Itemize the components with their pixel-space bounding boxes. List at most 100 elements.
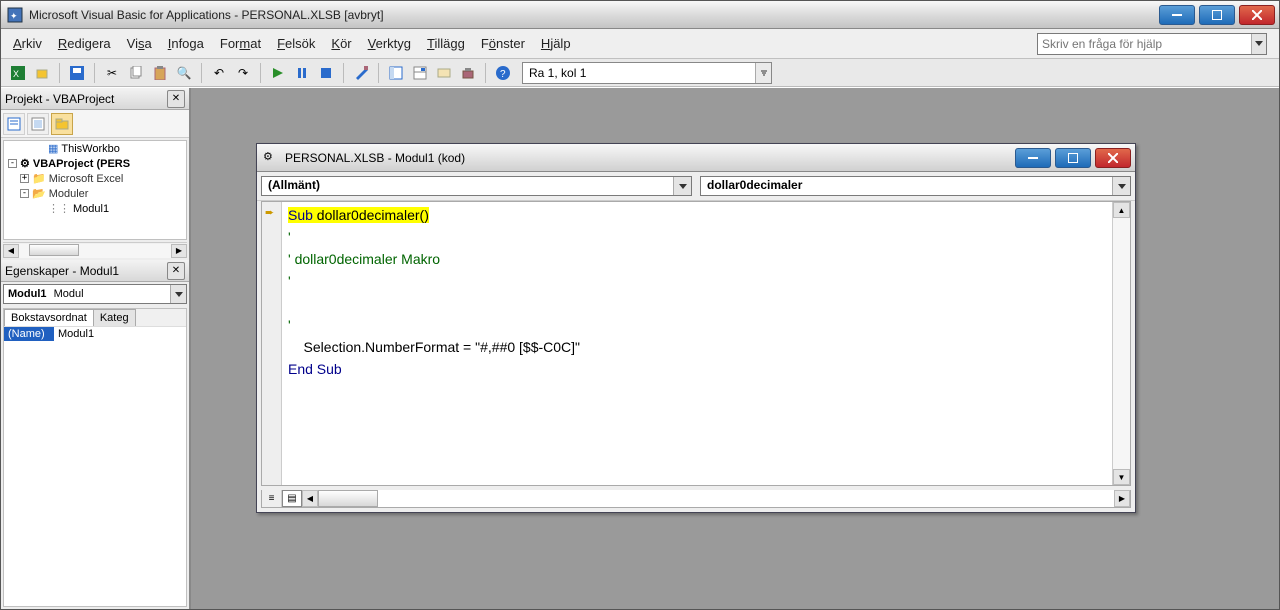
- dropdown-arrow-icon[interactable]: [673, 177, 691, 195]
- tb-paste-icon[interactable]: [149, 62, 171, 84]
- toolbar-location-text: Ra 1, kol 1: [523, 66, 755, 80]
- tb-run-icon[interactable]: [267, 62, 289, 84]
- project-tree-hscroll[interactable]: ◀ ▶: [3, 242, 187, 258]
- tb-break-icon[interactable]: [291, 62, 313, 84]
- maximize-button[interactable]: [1199, 5, 1235, 25]
- app-title: Microsoft Visual Basic for Applications …: [29, 8, 1159, 22]
- code-gutter[interactable]: ➨: [262, 202, 282, 485]
- location-dropdown-icon[interactable]: [755, 63, 771, 83]
- scroll-down-icon[interactable]: ▼: [1113, 469, 1130, 485]
- scroll-thumb[interactable]: [318, 490, 378, 507]
- menu-infoga[interactable]: Infoga: [168, 33, 204, 54]
- menu-kor[interactable]: Kör: [331, 33, 351, 54]
- scroll-left-icon[interactable]: ◀: [302, 490, 318, 507]
- toolbar-sep: [59, 63, 60, 83]
- code-editor[interactable]: Sub dollar0decimaler() ' ' dollar0decima…: [282, 202, 1112, 485]
- codewin-minimize-button[interactable]: [1015, 148, 1051, 168]
- menu-arkiv[interactable]: Arkiv: [13, 33, 42, 54]
- tb-undo-icon[interactable]: ↶: [208, 62, 230, 84]
- dropdown-arrow-icon[interactable]: [1112, 177, 1130, 195]
- tab-alphabetical[interactable]: Bokstavsordnat: [4, 309, 94, 326]
- tb-project-explorer-icon[interactable]: [385, 62, 407, 84]
- menu-format[interactable]: Format: [220, 33, 261, 54]
- procedure-dropdown[interactable]: dollar0decimaler: [700, 176, 1131, 196]
- code-window-titlebar: ⚙ PERSONAL.XLSB - Modul1 (kod): [257, 144, 1135, 172]
- tree-item-thisworkbook[interactable]: ▦ThisWorkbo: [4, 141, 186, 156]
- tree-item-msexcel[interactable]: + 📁 Microsoft Excel: [4, 171, 186, 186]
- menubar: Arkiv Redigera Visa Infoga Format Felsök…: [1, 29, 1279, 59]
- menu-visa[interactable]: Visa: [127, 33, 152, 54]
- toolbar-sep: [94, 63, 95, 83]
- scroll-thumb[interactable]: [29, 244, 79, 256]
- code-window-icon: ⚙: [263, 150, 279, 166]
- scroll-right-icon[interactable]: ▶: [1114, 490, 1130, 507]
- procedure-view-icon[interactable]: ≡: [262, 490, 282, 507]
- project-panel-header: Projekt - VBAProject ✕: [1, 88, 189, 110]
- dropdown-arrow-icon[interactable]: [170, 285, 186, 303]
- project-tree[interactable]: ▦ThisWorkbo - ⚙ VBAProject (PERS + 📁 Mic…: [3, 140, 187, 240]
- code-dropdowns: (Allmänt) dollar0decimaler: [257, 172, 1135, 201]
- tree-item-moduler[interactable]: - 📂 Moduler: [4, 186, 186, 201]
- help-search-input[interactable]: [1038, 35, 1251, 53]
- toolbar-location[interactable]: Ra 1, kol 1: [522, 62, 772, 84]
- tb-insert-icon[interactable]: [31, 62, 53, 84]
- tb-object-browser-icon[interactable]: [433, 62, 455, 84]
- tb-properties-icon[interactable]: [409, 62, 431, 84]
- tb-help-icon[interactable]: ?: [492, 62, 514, 84]
- property-key: (Name): [4, 327, 54, 341]
- view-object-icon[interactable]: [27, 113, 49, 135]
- toolbar-sep: [260, 63, 261, 83]
- scroll-up-icon[interactable]: ▲: [1113, 202, 1130, 218]
- object-dropdown[interactable]: (Allmänt): [261, 176, 692, 196]
- tb-copy-icon[interactable]: [125, 62, 147, 84]
- tb-reset-icon[interactable]: [315, 62, 337, 84]
- menu-felsok[interactable]: Felsök: [277, 33, 315, 54]
- tb-save-icon[interactable]: [66, 62, 88, 84]
- tb-cut-icon[interactable]: ✂: [101, 62, 123, 84]
- svg-text:X: X: [13, 69, 19, 79]
- project-panel-close-icon[interactable]: ✕: [167, 90, 185, 108]
- close-button[interactable]: [1239, 5, 1275, 25]
- tb-design-icon[interactable]: [350, 62, 372, 84]
- property-value[interactable]: Modul1: [54, 327, 98, 341]
- toolbar-sep: [485, 63, 486, 83]
- tb-excel-icon[interactable]: X: [7, 62, 29, 84]
- view-code-icon[interactable]: [3, 113, 25, 135]
- project-toolbar: [1, 110, 189, 138]
- property-row-name[interactable]: (Name) Modul1: [4, 326, 186, 341]
- menu-tillagg[interactable]: Tillägg: [427, 33, 465, 54]
- code-window-title: PERSONAL.XLSB - Modul1 (kod): [285, 151, 1015, 165]
- full-module-view-icon[interactable]: ▤: [282, 490, 302, 507]
- code-window: ⚙ PERSONAL.XLSB - Modul1 (kod) (Allmänt): [256, 143, 1136, 513]
- toggle-folders-icon[interactable]: [51, 113, 73, 135]
- minimize-button[interactable]: [1159, 5, 1195, 25]
- code-hscroll[interactable]: ◀ ▶: [302, 490, 1130, 507]
- menu-verktyg[interactable]: Verktyg: [368, 33, 411, 54]
- mdi-area: ⚙ PERSONAL.XLSB - Modul1 (kod) (Allmänt): [191, 88, 1279, 609]
- properties-object-dropdown[interactable]: Modul1 Modul: [3, 284, 187, 304]
- tb-redo-icon[interactable]: ↷: [232, 62, 254, 84]
- sidebar: Projekt - VBAProject ✕ ▦ThisWorkbo - ⚙ V…: [1, 88, 191, 609]
- scroll-left-icon[interactable]: ◀: [3, 244, 19, 258]
- tab-categorized[interactable]: Kateg: [93, 309, 136, 326]
- properties-panel-close-icon[interactable]: ✕: [167, 262, 185, 280]
- codewin-close-button[interactable]: [1095, 148, 1131, 168]
- codewin-maximize-button[interactable]: [1055, 148, 1091, 168]
- tree-item-vbaproject[interactable]: - ⚙ VBAProject (PERS: [4, 156, 186, 171]
- tb-toolbox-icon[interactable]: [457, 62, 479, 84]
- scroll-right-icon[interactable]: ▶: [171, 244, 187, 258]
- properties-panel-header: Egenskaper - Modul1 ✕: [1, 260, 189, 282]
- code-vscroll[interactable]: ▲ ▼: [1112, 202, 1130, 485]
- tb-find-icon[interactable]: 🔍: [173, 62, 195, 84]
- scroll-track[interactable]: [1113, 218, 1130, 469]
- menu-fonster[interactable]: Fönster: [481, 33, 525, 54]
- help-search-dropdown-icon[interactable]: [1251, 34, 1266, 54]
- app-window: ✦ Microsoft Visual Basic for Application…: [0, 0, 1280, 610]
- menu-hjalp[interactable]: Hjälp: [541, 33, 571, 54]
- help-search[interactable]: [1037, 33, 1267, 55]
- menu-redigera[interactable]: Redigera: [58, 33, 111, 54]
- properties-box: Bokstavsordnat Kateg (Name) Modul1: [3, 308, 187, 607]
- properties-tabs: Bokstavsordnat Kateg: [4, 309, 186, 326]
- code-body: ➨ Sub dollar0decimaler() ' ' dollar0deci…: [261, 201, 1131, 486]
- tree-item-modul1[interactable]: ⋮⋮ Modul1: [4, 201, 186, 216]
